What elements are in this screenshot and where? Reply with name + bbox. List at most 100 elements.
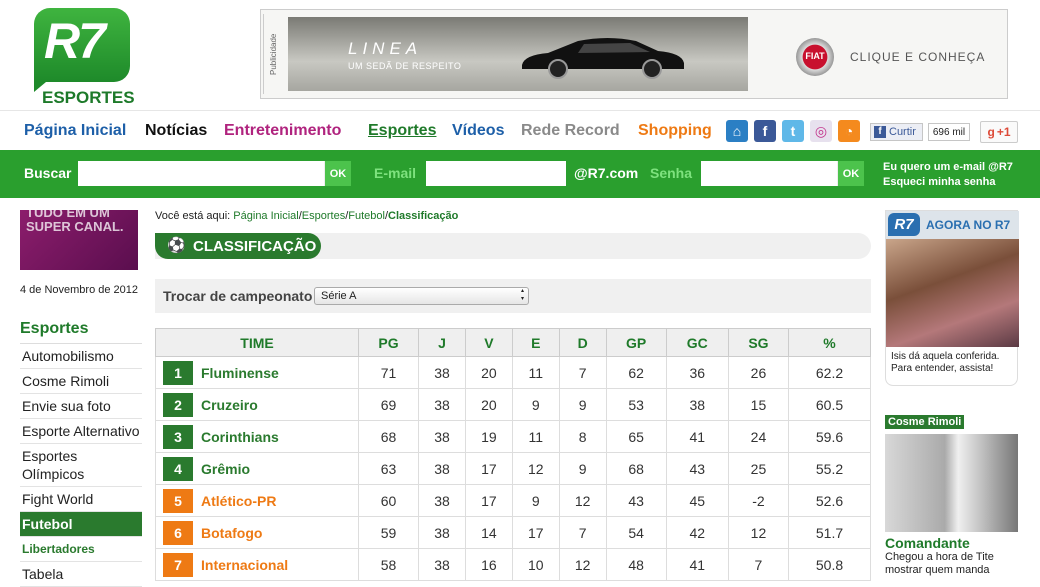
table-row[interactable]: 5 Atlético-PR 60 38 17 9 12 43 45 -2 52.6 [155,484,871,517]
forgot-password-link[interactable]: Esqueci minha senha [883,176,995,188]
cell-gc: 36 [665,356,729,389]
cell-sg: 24 [727,420,790,453]
team-name-link[interactable]: Cruzeiro [201,397,258,413]
sidebar-item-libertadores[interactable]: Libertadores [20,537,142,562]
team-name-link[interactable]: Grêmio [201,461,250,477]
table-row[interactable]: 7 Internacional 58 38 16 10 12 48 41 7 50.8 [155,548,871,581]
team-name-link[interactable]: Internacional [201,557,288,573]
nav-esportes[interactable]: Esportes [368,122,436,140]
promo-banner[interactable]: TUDO EM UM SUPER CANAL. [20,210,138,270]
col-time: TIME [155,328,359,357]
cosme-headline[interactable]: Comandante [885,535,1018,551]
nav-pagina-inicial[interactable]: Página Inicial [24,122,126,140]
position-badge: 7 [163,552,193,577]
breadcrumb-pagina-inicial[interactable]: Página Inicial [233,210,298,222]
cell-e: 11 [511,356,560,389]
position-badge: 5 [163,488,193,513]
table-row[interactable]: 2 Cruzeiro 69 38 20 9 9 53 38 15 60.5 [155,388,871,421]
cell-pg: 71 [357,356,420,389]
nav-rede-record[interactable]: Rede Record [521,122,620,140]
like-count: 696 mil [928,123,970,141]
sidebar-title[interactable]: Esportes [20,320,88,338]
agora-caption[interactable]: Isis dá aquela conferida. Para entender,… [891,351,1017,375]
r7-esportes-logo[interactable]: R7 ESPORTES [34,8,135,107]
page-title-pill: ⚽ CLASSIFICAÇÃO [155,233,321,259]
cell-e: 17 [511,516,560,549]
home-icon[interactable]: ⌂ [726,120,748,142]
orkut-icon[interactable]: ◎ [810,120,832,142]
password-label: Senha [650,165,693,181]
position-badge: 3 [163,424,193,449]
sidebar-nav: Automobilismo Cosme Rimoli Envie sua fot… [20,343,142,587]
team-cell: 1 Fluminense [155,356,359,389]
sidebar-item-futebol[interactable]: Futebol [20,512,142,537]
signup-link[interactable]: Eu quero um e-mail @R7 [883,161,1013,173]
cell-e: 12 [511,452,560,485]
cell-j: 38 [418,452,466,485]
ad-model: LINEA [348,39,423,58]
ad-cta[interactable]: CLIQUE E CONHEÇA [850,50,985,64]
gplus-button[interactable]: g +1 [980,121,1018,143]
cell-pct: 52.6 [788,484,871,517]
table-row[interactable]: 4 Grêmio 63 38 17 12 9 68 43 25 55.2 [155,452,871,485]
search-input[interactable] [78,161,324,186]
cell-pg: 63 [357,452,420,485]
rss-icon[interactable]: ◔ [838,120,860,142]
agora-no-r7-widget[interactable]: R7 AGORA NO R7 Isis dá aquela conferida.… [885,210,1019,386]
soccer-player-icon: ⚽ [167,237,186,254]
sidebar-item-envie-sua-foto[interactable]: Envie sua foto [20,394,142,419]
sidebar-item-automobilismo[interactable]: Automobilismo [20,344,142,369]
breadcrumb-esportes[interactable]: Esportes [302,210,345,222]
championship-switcher: Trocar de campeonato Série A [155,279,871,313]
col-v: V [464,328,513,357]
page-title-bar: ⚽ CLASSIFICAÇÃO [155,233,871,259]
cell-gc: 45 [665,484,729,517]
breadcrumb-futebol[interactable]: Futebol [348,210,385,222]
nav-videos[interactable]: Vídeos [452,122,504,140]
facebook-icon[interactable]: f [754,120,776,142]
cosme-description: Chegou a hora de Tite mostrar quem manda [885,551,994,576]
password-input[interactable] [701,161,837,186]
cell-gp: 43 [605,484,667,517]
like-button[interactable]: f Curtir [870,123,923,141]
cosme-photo[interactable] [885,434,1018,532]
team-name-link[interactable]: Corinthians [201,429,279,445]
agora-badge: R7 [888,213,920,236]
ad-image[interactable]: LINEA UM SEDÃ DE RESPEITO [288,17,748,91]
cosme-tag[interactable]: Cosme Rimoli [885,415,965,429]
table-row[interactable]: 3 Corinthians 68 38 19 11 8 65 41 24 59.6 [155,420,871,453]
nav-entretenimento[interactable]: Entretenimento [224,122,341,140]
cell-sg: 26 [727,356,790,389]
nav-shopping[interactable]: Shopping [638,122,712,140]
team-cell: 2 Cruzeiro [155,388,359,421]
breadcrumb-prefix: Você está aqui: [155,210,231,222]
table-row[interactable]: 1 Fluminense 71 38 20 11 7 62 36 26 62.2 [155,356,871,389]
email-input[interactable] [426,161,566,186]
cell-v: 20 [464,356,513,389]
current-date: 4 de Novembro de 2012 [20,284,139,296]
team-name-link[interactable]: Botafogo [201,525,262,541]
nav-noticias[interactable]: Notícias [145,122,207,140]
twitter-icon[interactable]: t [782,120,804,142]
cell-v: 20 [464,388,513,421]
cell-sg: 15 [727,388,790,421]
agora-video-thumbnail[interactable] [886,239,1019,347]
ad-banner[interactable]: Publicidade LINEA UM SEDÃ DE RESPEITO FI… [260,9,1008,99]
sidebar-item-esporte-alternativo[interactable]: Esporte Alternativo [20,419,142,444]
team-name-link[interactable]: Fluminense [201,365,279,381]
car-image [522,38,684,79]
col-d: D [558,328,607,357]
sidebar-item-fight-world[interactable]: Fight World [20,487,142,512]
sidebar-item-esportes-olimpicos[interactable]: Esportes Olímpicos [20,444,142,487]
team-name-link[interactable]: Atlético-PR [201,493,276,509]
login-ok-button[interactable]: OK [837,161,864,186]
search-ok-button[interactable]: OK [324,161,351,186]
table-row[interactable]: 6 Botafogo 59 38 14 17 7 54 42 12 51.7 [155,516,871,549]
cell-pg: 58 [357,548,420,581]
cell-d: 9 [558,452,607,485]
promo-text: TUDO EM UM SUPER CANAL. [26,210,124,234]
sidebar-item-tabela[interactable]: Tabela [20,562,142,587]
championship-select[interactable]: Série A [314,287,529,305]
sidebar-item-cosme-rimoli[interactable]: Cosme Rimoli [20,369,142,394]
col-pct: % [788,328,871,357]
